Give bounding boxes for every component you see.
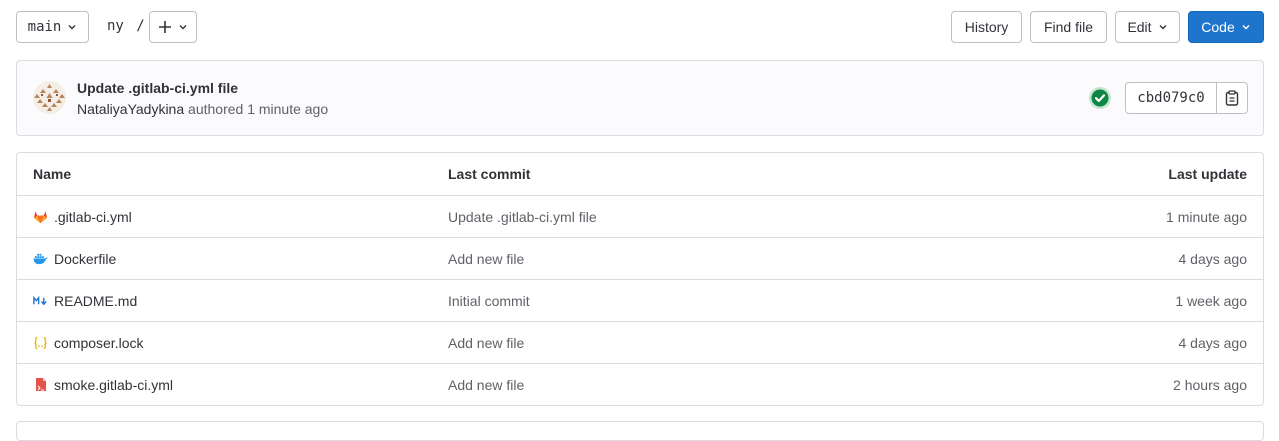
chevron-down-icon — [68, 25, 76, 30]
history-label: History — [964, 19, 1009, 35]
column-header-last-commit: Last commit — [448, 166, 531, 182]
chevron-down-icon — [179, 25, 187, 30]
code-dropdown-button[interactable]: Code — [1188, 11, 1264, 43]
json-braces-icon — [33, 335, 48, 351]
file-last-update: 2 hours ago — [1173, 376, 1247, 393]
file-last-commit[interactable]: Add new file — [448, 238, 524, 279]
chevron-down-icon — [1159, 25, 1167, 30]
edit-dropdown-button[interactable]: Edit — [1115, 11, 1180, 43]
table-row[interactable]: .gitlab-ci.yml Update .gitlab-ci.yml fil… — [17, 195, 1263, 237]
breadcrumb-separator: / — [136, 18, 145, 34]
file-last-update: 4 days ago — [1178, 250, 1248, 267]
table-row[interactable]: smoke.gitlab-ci.yml Add new file 2 hours… — [17, 363, 1263, 405]
commit-sha-group: cbd079c0 — [1125, 82, 1248, 114]
yaml-file-icon — [33, 377, 48, 393]
file-last-commit[interactable]: Add new file — [448, 364, 524, 405]
file-last-commit[interactable]: Update .gitlab-ci.yml file — [448, 196, 597, 237]
column-header-last-update: Last update — [1168, 166, 1247, 182]
history-button[interactable]: History — [951, 11, 1022, 43]
avatar[interactable] — [33, 81, 66, 114]
chevron-down-icon — [1242, 25, 1250, 30]
commit-author[interactable]: NataliyaYadykina — [77, 101, 184, 117]
copy-sha-button[interactable] — [1217, 82, 1248, 114]
find-file-button[interactable]: Find file — [1030, 11, 1107, 43]
code-label: Code — [1201, 19, 1235, 35]
table-row[interactable]: README.md Initial commit 1 week ago — [17, 279, 1263, 321]
file-last-update: 1 minute ago — [1166, 208, 1247, 225]
file-last-update: 1 week ago — [1175, 292, 1247, 309]
commit-meta: NataliyaYadykina authored 1 minute ago — [77, 101, 328, 117]
commit-sha[interactable]: cbd079c0 — [1125, 82, 1217, 114]
file-name[interactable]: README.md — [54, 293, 137, 309]
file-last-commit[interactable]: Add new file — [448, 322, 524, 363]
last-commit-panel: Update .gitlab-ci.yml file NataliyaYadyk… — [16, 60, 1264, 136]
pipeline-passed-icon[interactable] — [1088, 86, 1112, 110]
breadcrumb: ny / — [107, 18, 145, 34]
file-name[interactable]: Dockerfile — [54, 251, 116, 267]
file-tree-table: Name Last commit Last update .gitlab-ci.… — [16, 152, 1264, 406]
branch-selector[interactable]: main — [16, 11, 89, 43]
file-name[interactable]: smoke.gitlab-ci.yml — [54, 377, 173, 393]
file-name[interactable]: composer.lock — [54, 335, 143, 351]
find-file-label: Find file — [1043, 19, 1094, 35]
table-row[interactable]: Dockerfile Add new file 4 days ago — [17, 237, 1263, 279]
commit-title[interactable]: Update .gitlab-ci.yml file — [77, 80, 238, 96]
file-last-commit[interactable]: Initial commit — [448, 280, 530, 321]
gitlab-icon — [33, 209, 48, 225]
column-header-name: Name — [33, 166, 72, 182]
file-name[interactable]: .gitlab-ci.yml — [54, 209, 132, 225]
breadcrumb-project[interactable]: ny — [107, 18, 124, 34]
copy-icon — [1225, 90, 1239, 106]
table-row[interactable]: composer.lock Add new file 4 days ago — [17, 321, 1263, 363]
file-last-update: 4 days ago — [1178, 334, 1248, 351]
edit-label: Edit — [1127, 19, 1152, 35]
table-header-row: Name Last commit Last update — [17, 153, 1263, 195]
docker-icon — [33, 251, 48, 267]
readme-panel — [16, 421, 1264, 441]
add-to-tree-button[interactable] — [149, 11, 197, 43]
branch-name: main — [27, 19, 62, 35]
plus-icon — [159, 21, 171, 33]
commit-authored-text: authored 1 minute ago — [188, 101, 329, 117]
markdown-icon — [33, 293, 48, 309]
